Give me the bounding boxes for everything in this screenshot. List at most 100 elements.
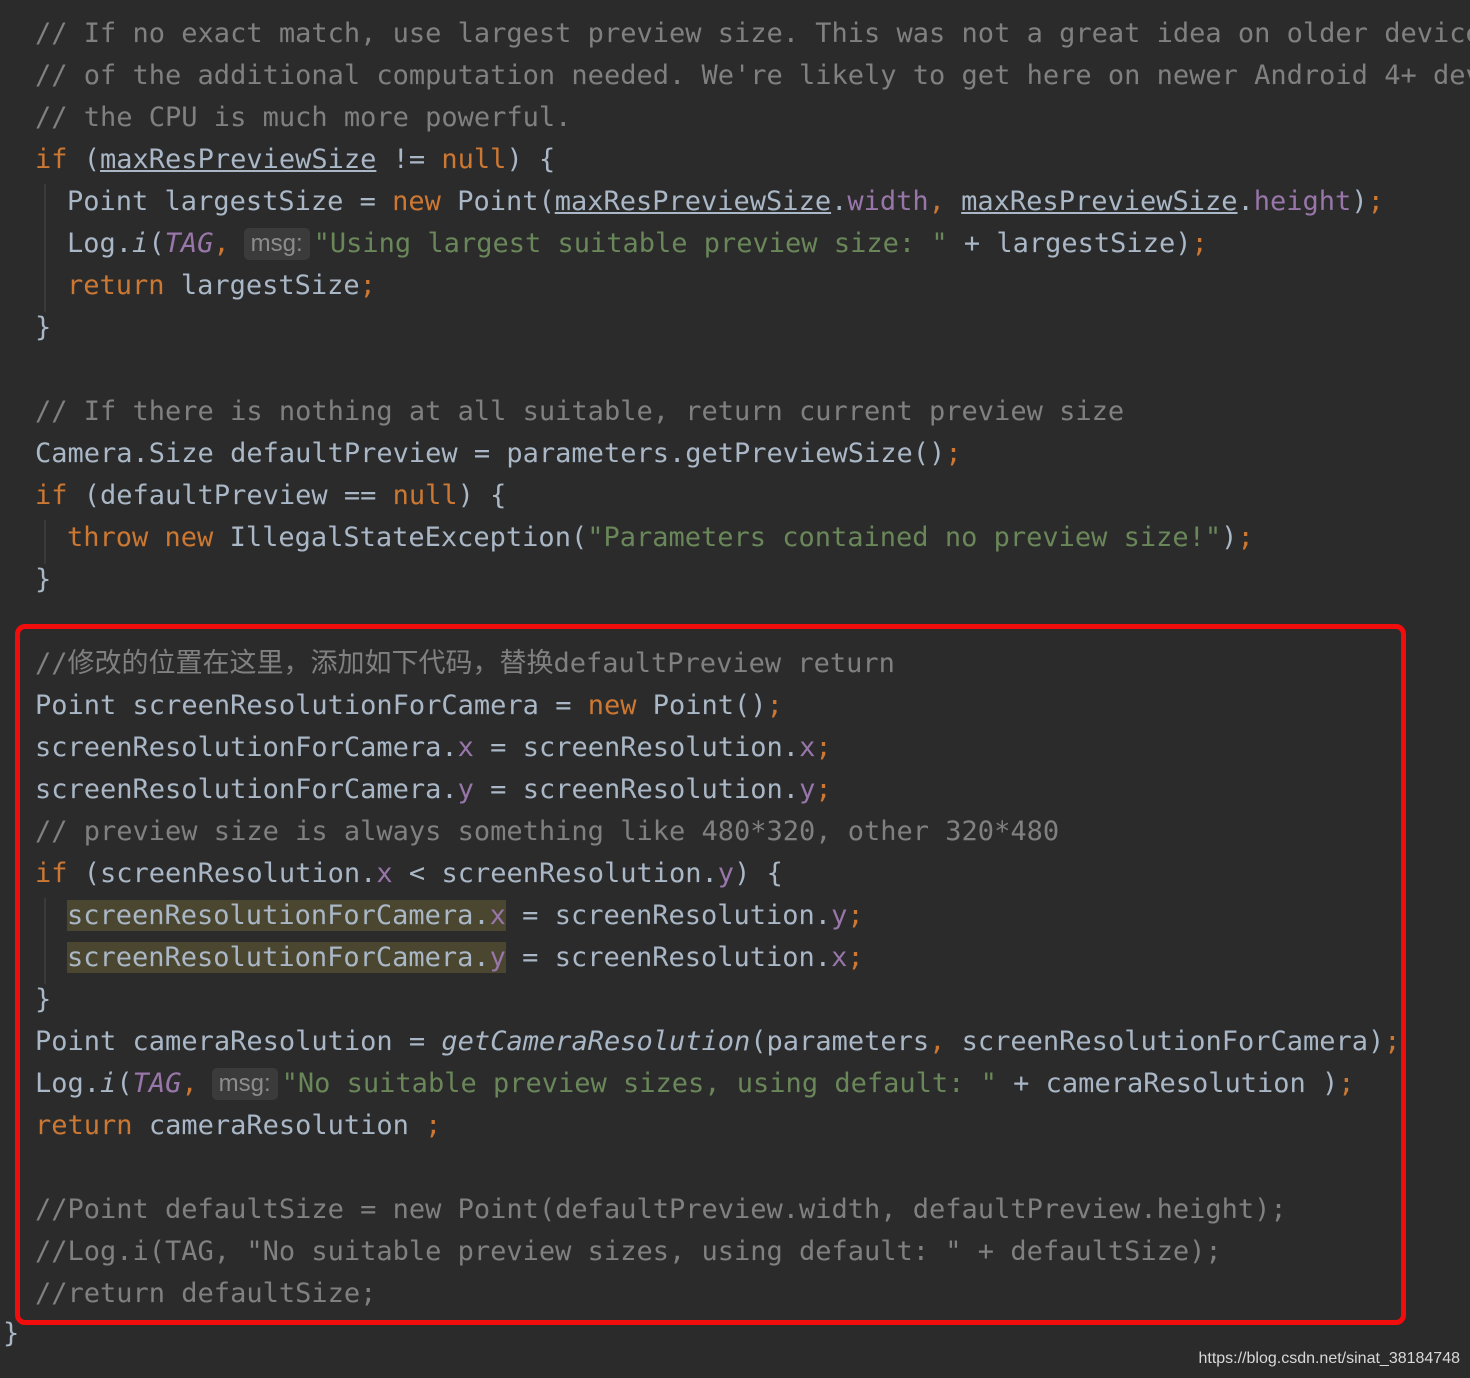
- variable: screenResolutionForCamera: [35, 774, 442, 805]
- code-comment-line: // the CPU is much more powerful.: [35, 102, 572, 133]
- code-comment-line: // of the additional computation needed.…: [35, 60, 1470, 91]
- code-line: }: [35, 312, 52, 343]
- code-line: Log.i(TAG, msg: "No suitable preview sizes…: [35, 1068, 1355, 1100]
- field: height: [1253, 186, 1352, 217]
- variable: maxResPreviewSize: [100, 144, 377, 175]
- variable: maxResPreviewSize: [961, 186, 1238, 217]
- code-line: Log.i(TAG, msg: "Using largest suitable pr…: [67, 228, 1208, 260]
- field: y: [717, 858, 735, 889]
- code-comment-line: //return defaultSize;: [35, 1278, 377, 1309]
- field: x: [489, 900, 506, 931]
- type-name: Point: [457, 186, 539, 217]
- string-literal: "Parameters contained no preview size!": [587, 522, 1222, 553]
- type-name: Point: [35, 1026, 117, 1057]
- code-line: if (defaultPreview == null) {: [35, 480, 507, 511]
- closing-brace: }: [3, 1318, 20, 1349]
- type-name: Point: [652, 690, 735, 721]
- code-line: screenResolutionForCamera.y = screenReso…: [67, 942, 864, 973]
- variable: screenResolutionForCamera: [67, 900, 474, 931]
- variable: cameraResolution: [1045, 1068, 1306, 1099]
- constant: TAG: [132, 1068, 182, 1099]
- field: x: [831, 942, 848, 973]
- indent-guide: [44, 520, 46, 564]
- code-comment-line: // If there is nothing at all suitable, …: [35, 396, 1125, 427]
- keyword: throw: [67, 522, 149, 553]
- string-literal: "Using largest suitable preview size: ": [313, 228, 948, 259]
- code-line: if (maxResPreviewSize != null) {: [35, 144, 556, 175]
- keyword: if: [35, 858, 68, 889]
- field: y: [799, 774, 816, 805]
- code-line: return cameraResolution ;: [35, 1110, 442, 1141]
- highlighted-usage: screenResolutionForCamera.x: [67, 900, 506, 931]
- method-name: i: [132, 228, 149, 259]
- string-literal: "No suitable preview sizes, using defaul…: [281, 1068, 997, 1099]
- field: x: [376, 858, 393, 889]
- variable: largestSize: [164, 186, 344, 217]
- code-line: Camera.Size defaultPreview = parameters.…: [35, 438, 962, 469]
- field: width: [847, 186, 929, 217]
- variable: largestSize: [180, 270, 360, 301]
- code-comment-line: //Log.i(TAG, "No suitable preview sizes,…: [35, 1236, 1222, 1267]
- code-line: screenResolutionForCamera.y = screenReso…: [35, 774, 832, 805]
- keyword: if: [35, 144, 68, 175]
- variable: maxResPreviewSize: [554, 186, 832, 217]
- code-line: screenResolutionForCamera.x = screenReso…: [35, 732, 832, 763]
- code-line: if (screenResolution.x < screenResolutio…: [35, 858, 783, 889]
- watermark-url: https://blog.csdn.net/sinat_38184748: [1198, 1350, 1460, 1367]
- code-line: screenResolutionForCamera.x = screenReso…: [67, 900, 864, 931]
- keyword: if: [35, 480, 68, 511]
- code-line: }: [35, 564, 52, 595]
- type-name: Log: [35, 1068, 84, 1099]
- code-comment-line: // preview size is always something like…: [35, 816, 1060, 847]
- condition: (defaultPreview ==: [67, 480, 393, 511]
- variable: cameraResolution: [132, 1026, 393, 1057]
- field: y: [831, 900, 848, 931]
- constant: TAG: [164, 228, 214, 259]
- code-comment-line: //Point defaultSize = new Point(defaultP…: [35, 1194, 1287, 1225]
- type-name: Point: [67, 186, 149, 217]
- method-name: i: [100, 1068, 117, 1099]
- code-line: Point largestSize = new Point(maxResPrev…: [67, 186, 1384, 217]
- variable: cameraResolution: [148, 1110, 409, 1141]
- code-line: throw new IllegalStateException("Paramet…: [67, 522, 1254, 553]
- variable: screenResolution: [554, 900, 815, 931]
- code-comment-line: // If no exact match, use largest previe…: [35, 18, 1470, 49]
- variable: screenResolution: [554, 942, 815, 973]
- variable: screenResolutionForCamera: [35, 732, 442, 763]
- keyword: new: [164, 522, 214, 553]
- code-line: }: [35, 984, 52, 1015]
- method-name: getCameraResolution: [441, 1026, 751, 1057]
- type-name: Log: [67, 228, 116, 259]
- keyword: null: [441, 144, 507, 175]
- type-name: Point: [35, 690, 117, 721]
- variable: screenResolutionForCamera: [961, 1026, 1369, 1057]
- code-line: Point screenResolutionForCamera = new Po…: [35, 690, 783, 721]
- indent-guide: [44, 184, 46, 312]
- variable: parameters: [766, 1026, 930, 1057]
- variable: screenResolution: [100, 858, 361, 889]
- statement: Camera.Size defaultPreview = parameters.…: [35, 438, 946, 469]
- field: y: [489, 942, 506, 973]
- code-editor[interactable]: // If no exact match, use largest previe…: [0, 0, 1470, 1378]
- code-line: return largestSize;: [67, 270, 376, 301]
- variable: screenResolution: [522, 732, 783, 763]
- variable: screenResolution: [522, 774, 783, 805]
- field: y: [457, 774, 474, 805]
- code-comment-line: //修改的位置在这里，添加如下代码，替换defaultPreview retur…: [35, 648, 895, 679]
- variable: screenResolutionForCamera: [132, 690, 539, 721]
- parameter-hint: msg:: [243, 228, 310, 260]
- class-name: IllegalStateException(: [213, 522, 588, 553]
- keyword: new: [392, 186, 441, 217]
- highlighted-usage: screenResolutionForCamera.y: [67, 942, 506, 973]
- code-line: Point cameraResolution = getCameraResolu…: [35, 1026, 1401, 1057]
- keyword: return: [67, 270, 165, 301]
- keyword: null: [392, 480, 458, 511]
- variable: screenResolutionForCamera: [67, 942, 474, 973]
- field: x: [457, 732, 474, 763]
- keyword: return: [35, 1110, 133, 1141]
- parameter-hint: msg:: [211, 1068, 278, 1100]
- field: x: [799, 732, 816, 763]
- variable: screenResolution: [441, 858, 702, 889]
- variable: largestSize: [996, 228, 1176, 259]
- keyword: new: [587, 690, 637, 721]
